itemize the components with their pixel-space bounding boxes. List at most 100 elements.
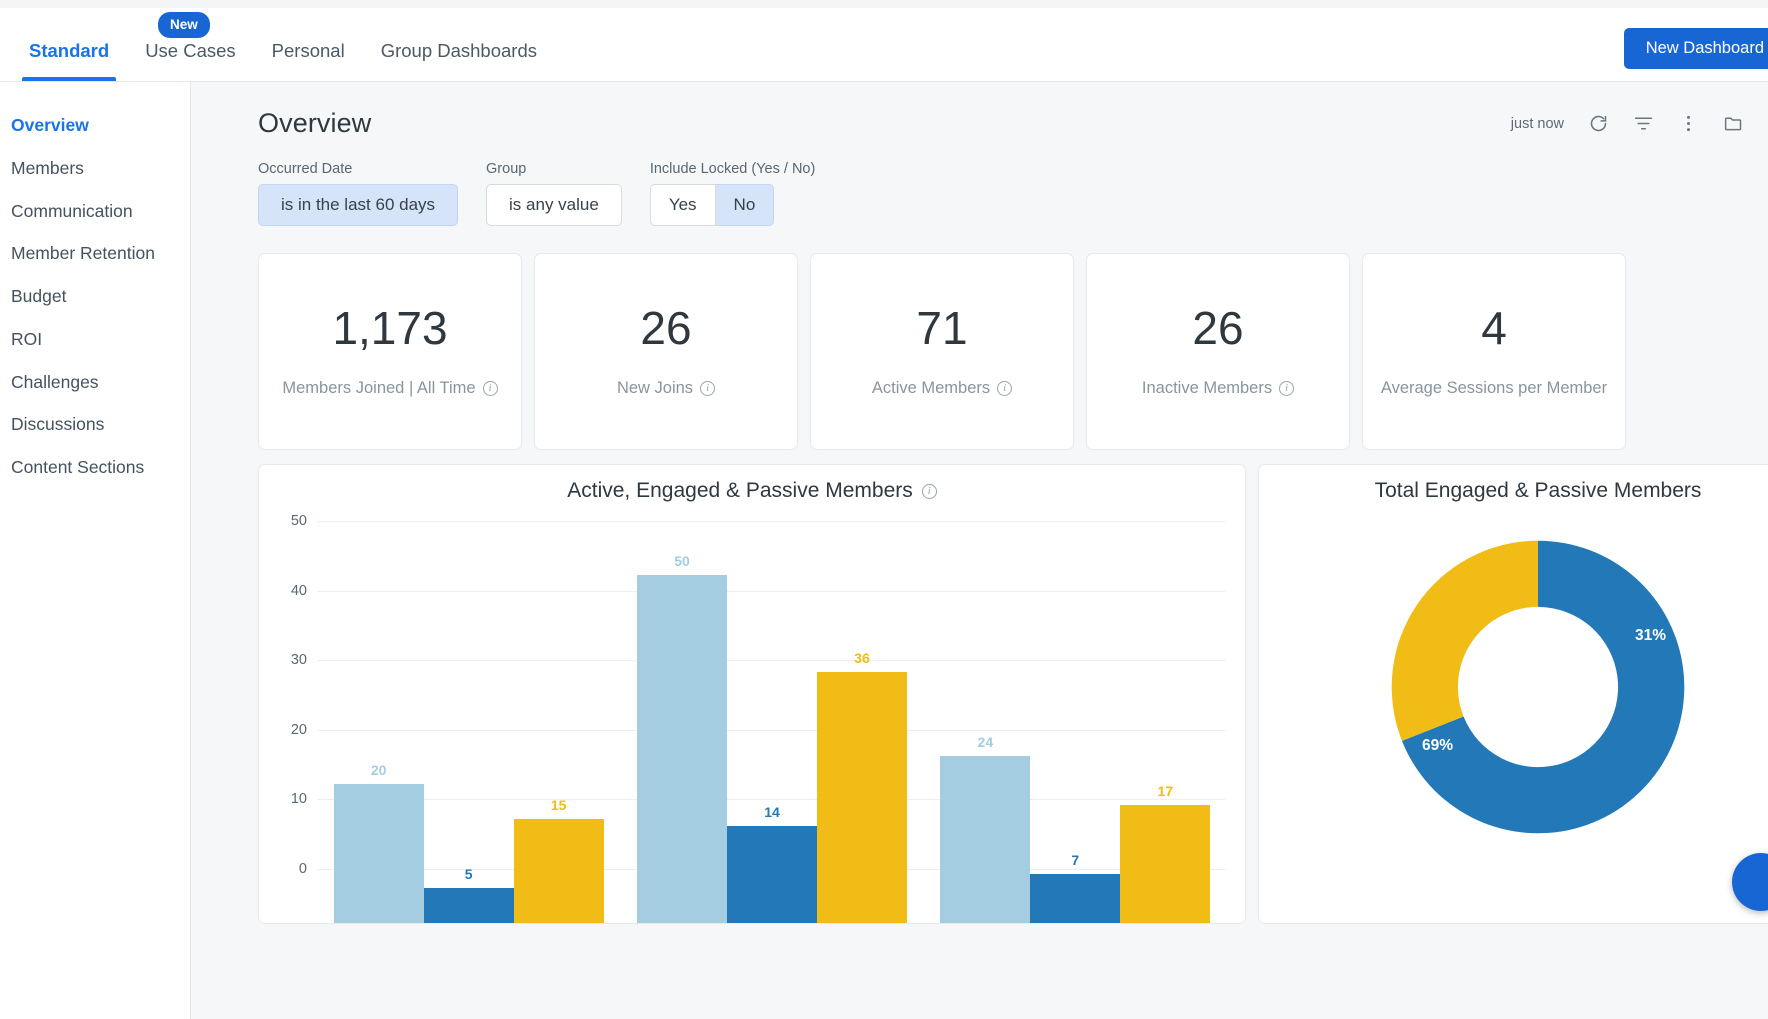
bar[interactable]: 36 — [817, 650, 907, 923]
kpi-label-row: Inactive Members i — [1141, 379, 1295, 398]
chart-row: Active, Engaged & Passive Members i 50 40… — [191, 450, 1768, 924]
tab-list: Standard Use Cases Personal Group Dashbo… — [0, 8, 555, 81]
info-icon[interactable]: i — [1279, 381, 1295, 396]
sidebar-item-content-sections[interactable]: Content Sections — [0, 446, 190, 489]
content-header: Overview just now — [191, 82, 1768, 139]
folder-icon[interactable] — [1723, 113, 1744, 134]
info-icon[interactable]: i — [700, 381, 716, 396]
bar-chart-title: Active, Engaged & Passive Members — [567, 479, 913, 502]
top-tab-bar: Standard Use Cases Personal Group Dashbo… — [0, 8, 1768, 82]
info-icon[interactable]: i — [921, 483, 937, 499]
bar[interactable]: 24 — [940, 734, 1031, 923]
filter-occurred-date-label: Occurred Date — [258, 161, 353, 177]
kpi-label: Active Members — [871, 379, 991, 397]
donut-graphic: 31% 69% — [1384, 533, 1692, 841]
kpi-value: 71 — [916, 302, 968, 354]
bar[interactable]: 17 — [1120, 783, 1211, 923]
filter-group-value[interactable]: is any value — [486, 184, 622, 226]
kpi-card-members-joined[interactable]: 1,173 Members Joined | All Time i — [258, 253, 522, 450]
y-axis-tick: 20 — [290, 721, 307, 738]
window-top-strip — [0, 0, 1768, 8]
bar-chart-card: Active, Engaged & Passive Members i 50 40… — [258, 464, 1246, 924]
sidebar-item-communication-label: Communication — [11, 200, 133, 221]
include-locked-segmented-control: Yes No — [649, 184, 816, 226]
sidebar-item-content-sections-label: Content Sections — [11, 457, 145, 477]
info-icon[interactable]: i — [997, 381, 1013, 396]
filter-include-locked: Include Locked (Yes / No) Yes No — [649, 161, 816, 226]
refresh-icon[interactable] — [1588, 113, 1609, 134]
bar[interactable]: 5 — [423, 866, 514, 923]
kpi-label: Members Joined | All Time — [282, 379, 476, 397]
filter-include-locked-label: Include Locked (Yes / No) — [649, 161, 816, 177]
donut-chart-title-row: Total Engaged & Passive Members — [1259, 465, 1768, 503]
info-icon[interactable]: i — [482, 381, 498, 396]
bar[interactable]: 15 — [513, 797, 604, 923]
sidebar-item-member-retention[interactable]: Member Retention — [0, 232, 190, 275]
main-content: Overview just now Occurred Date is in th… — [191, 82, 1768, 1019]
page-body: Overview Members Communication Member Re… — [0, 82, 1768, 1019]
bar[interactable]: 20 — [333, 762, 424, 923]
bar-chart-bars: 20 5 15 50 14 36 24 7 17 — [317, 521, 1225, 923]
bar[interactable]: 14 — [727, 804, 817, 923]
bar-value-label: 5 — [464, 866, 473, 883]
sidebar-item-members[interactable]: Members — [0, 147, 190, 190]
donut-chart-card: Total Engaged & Passive Members 31% 69% — [1258, 464, 1768, 924]
bar-group: 20 5 15 — [333, 762, 604, 923]
filter-occurred-date: Occurred Date is in the last 60 days — [258, 161, 459, 226]
kpi-label-row: Active Members i — [871, 379, 1013, 398]
bar-value-label: 36 — [854, 650, 870, 667]
kpi-card-inactive-members[interactable]: 26 Inactive Members i — [1086, 253, 1350, 450]
bar-value-label: 7 — [1071, 852, 1080, 869]
tab-group-dashboards[interactable]: Group Dashboards — [363, 39, 555, 82]
kpi-label-row: New Joins i — [617, 379, 716, 398]
kpi-label: Inactive Members — [1141, 379, 1273, 397]
bar[interactable]: 50 — [637, 553, 727, 923]
donut-slice-label-passive: 31% — [1634, 627, 1666, 644]
bar-group: 24 7 17 — [940, 734, 1211, 923]
new-badge: New — [158, 12, 210, 38]
header-toolbar: just now — [1511, 113, 1744, 134]
donut-chart-title: Total Engaged & Passive Members — [1374, 479, 1702, 502]
sidebar-item-communication[interactable]: Communication — [0, 190, 190, 233]
kpi-card-active-members[interactable]: 71 Active Members i — [810, 253, 1074, 450]
sidebar-item-member-retention-label: Member Retention — [11, 243, 155, 264]
kebab-menu-icon[interactable] — [1678, 113, 1699, 134]
tab-group-dashboards-label: Group Dashboards — [380, 39, 537, 61]
sidebar-item-discussions-label: Discussions — [11, 414, 105, 435]
bar-value-label: 24 — [977, 733, 994, 750]
donut-slice[interactable] — [1391, 540, 1538, 741]
kpi-card-average-sessions[interactable]: 4 Average Sessions per Member — [1362, 253, 1626, 450]
sidebar-item-challenges[interactable]: Challenges — [0, 361, 190, 404]
sidebar-item-overview-label: Overview — [11, 115, 89, 135]
sidebar-item-discussions[interactable]: Discussions — [0, 403, 190, 446]
filter-occurred-date-value[interactable]: is in the last 60 days — [258, 184, 459, 226]
filter-icon[interactable] — [1633, 113, 1654, 134]
sidebar-item-budget[interactable]: Budget — [0, 275, 190, 318]
bar-value-label: 17 — [1157, 782, 1174, 799]
bar-chart-plot: 50 40 30 20 10 0 20 5 15 50 14 36 24 7 17 — [259, 513, 1245, 923]
dashboard-page: Standard Use Cases Personal Group Dashbo… — [0, 0, 1768, 1019]
y-axis-tick: 0 — [298, 861, 307, 877]
include-locked-no-option[interactable]: No — [715, 184, 775, 226]
kpi-label-row: Average Sessions per Member — [1381, 379, 1607, 398]
y-axis-tick: 30 — [290, 652, 307, 669]
bar[interactable]: 7 — [1030, 852, 1121, 923]
filter-group: Group is any value — [486, 161, 622, 226]
kpi-card-new-joins[interactable]: 26 New Joins i — [534, 253, 798, 450]
bar-chart-title-row: Active, Engaged & Passive Members i — [259, 465, 1245, 503]
new-dashboard-button[interactable]: New Dashboard — [1623, 28, 1768, 69]
left-sidebar: Overview Members Communication Member Re… — [0, 82, 191, 1019]
sidebar-item-roi[interactable]: ROI — [0, 318, 190, 361]
sidebar-item-roi-label: ROI — [11, 328, 43, 349]
bar-value-label: 15 — [550, 796, 567, 813]
filter-bar: Occurred Date is in the last 60 days Gro… — [191, 139, 1768, 226]
bar-value-label: 20 — [370, 761, 387, 778]
tab-use-cases-label: Use Cases — [145, 39, 236, 61]
kpi-value: 4 — [1481, 302, 1507, 354]
include-locked-yes-option[interactable]: Yes — [649, 184, 716, 226]
tab-use-cases[interactable]: Use Cases — [127, 39, 253, 82]
sidebar-item-overview[interactable]: Overview — [0, 104, 190, 147]
sidebar-item-budget-label: Budget — [11, 286, 67, 306]
tab-standard[interactable]: Standard — [11, 41, 127, 82]
tab-personal[interactable]: Personal — [254, 41, 363, 82]
